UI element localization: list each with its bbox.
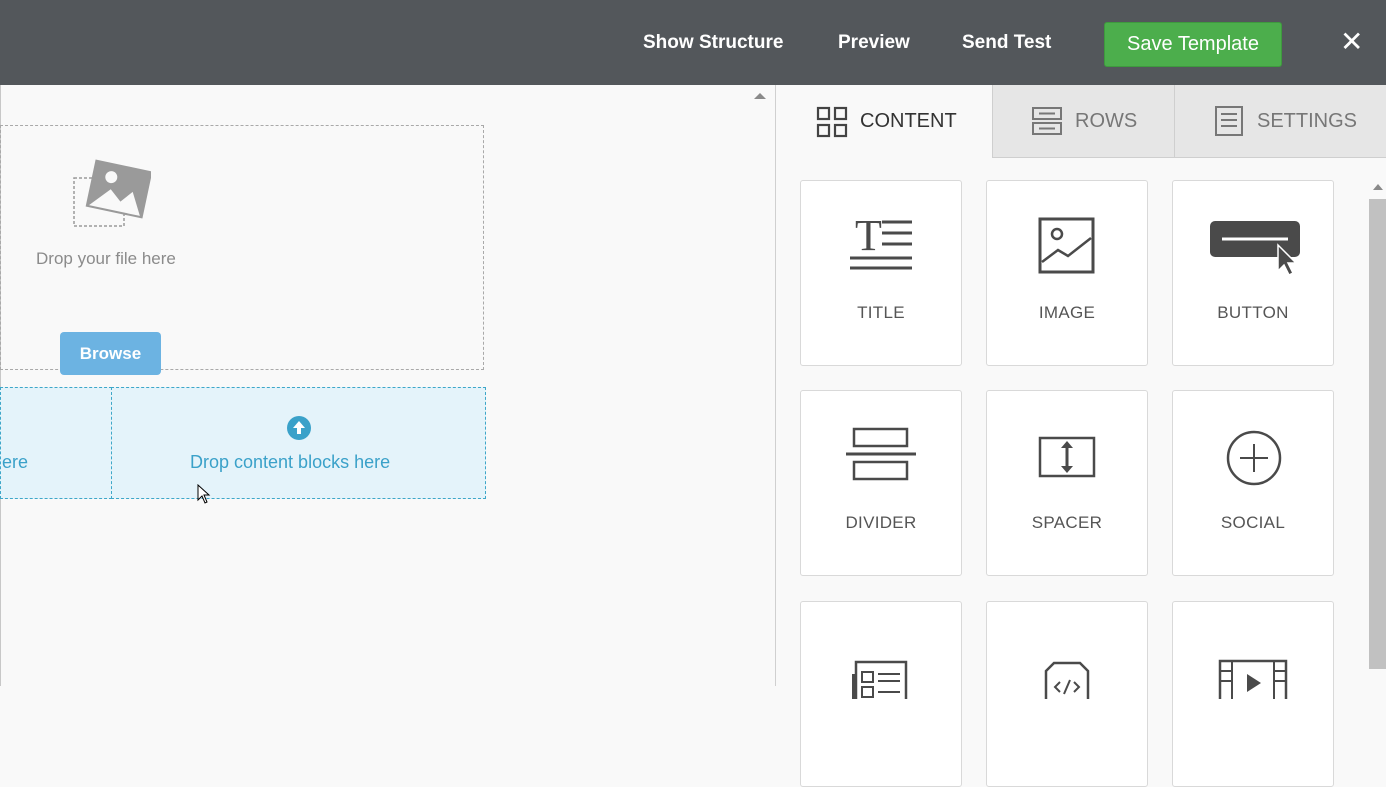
spacer-icon <box>1038 436 1096 478</box>
image-drop-zone[interactable]: Drop your file here Browse <box>0 125 484 375</box>
block-title[interactable]: T TITLE <box>800 180 962 366</box>
panel-scrollbar-thumb[interactable] <box>1369 199 1386 669</box>
block-spacer[interactable]: SPACER <box>986 390 1148 576</box>
top-toolbar: Show Structure Preview Send Test Save Te… <box>0 0 1386 85</box>
tab-settings-label: SETTINGS <box>1257 109 1358 132</box>
panel-scroll-up-icon[interactable] <box>1373 184 1383 190</box>
drop-content-text-left: ere <box>2 452 29 472</box>
content-drop-zone-left[interactable]: ere <box>0 387 112 499</box>
html-code-icon <box>1044 661 1090 699</box>
block-button-label: BUTTON <box>1217 303 1289 322</box>
title-icon: T <box>850 216 912 270</box>
grid-icon <box>816 106 848 137</box>
block-social-label: SOCIAL <box>1220 513 1286 532</box>
blocks-panel: CONTENT ROWS SETTINGS T TITLE IMAGE BUTT… <box>775 85 1386 787</box>
tab-content[interactable]: CONTENT <box>776 85 992 158</box>
tab-rows-label: ROWS <box>1075 109 1138 132</box>
editor-canvas: Drop your file here Browse ere Drop cont… <box>0 85 775 686</box>
save-template-button[interactable]: Save Template <box>1104 22 1282 67</box>
social-icon <box>1226 430 1282 486</box>
send-test-link[interactable]: Send Test <box>962 32 1051 54</box>
block-image-label: IMAGE <box>1038 303 1096 322</box>
canvas-scroll-up-icon[interactable] <box>754 93 766 99</box>
tab-settings[interactable]: SETTINGS <box>1174 85 1386 158</box>
image-placeholder-icon <box>73 159 151 227</box>
content-drop-zone-right[interactable]: Drop content blocks here <box>111 387 486 499</box>
video-icon <box>1218 659 1288 699</box>
rows-icon <box>1032 107 1062 135</box>
block-text-list[interactable] <box>800 601 962 787</box>
svg-text:T: T <box>855 216 882 260</box>
drop-file-text: Drop your file here <box>36 249 176 268</box>
divider-icon <box>846 427 916 481</box>
upload-arrow-icon <box>287 416 311 440</box>
tab-rows[interactable]: ROWS <box>992 85 1174 158</box>
block-video[interactable] <box>1172 601 1334 787</box>
block-image[interactable]: IMAGE <box>986 180 1148 366</box>
block-divider-label: DIVIDER <box>845 513 917 532</box>
close-icon[interactable]: ✕ <box>1340 28 1363 56</box>
block-divider[interactable]: DIVIDER <box>800 390 962 576</box>
block-spacer-label: SPACER <box>1031 513 1103 532</box>
drop-content-text: Drop content blocks here <box>190 452 391 472</box>
block-social[interactable]: SOCIAL <box>1172 390 1334 576</box>
browse-button[interactable]: Browse <box>60 332 161 375</box>
tab-content-label: CONTENT <box>860 110 957 132</box>
text-list-icon <box>852 660 908 699</box>
block-title-label: TITLE <box>857 303 905 322</box>
settings-doc-icon <box>1215 106 1243 136</box>
block-button[interactable]: BUTTON <box>1172 180 1334 366</box>
preview-link[interactable]: Preview <box>838 32 910 54</box>
show-structure-link[interactable]: Show Structure <box>643 32 783 54</box>
button-icon <box>1210 221 1300 277</box>
block-html[interactable] <box>986 601 1148 787</box>
image-icon <box>1038 217 1095 274</box>
mouse-cursor-icon <box>197 484 211 504</box>
